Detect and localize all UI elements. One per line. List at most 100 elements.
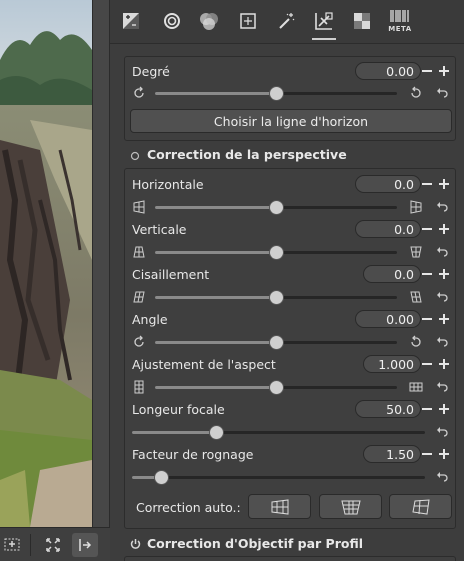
vertical-slider-knob[interactable] [268,245,284,260]
crop-factor-slider-knob[interactable] [153,470,169,485]
panel-divider[interactable] [92,0,110,561]
crop-add-icon[interactable] [0,533,26,557]
perspective-title: Correction de la perspective [147,147,347,162]
perspective-panel: Horizontale 0.0 Verticale 0.0 Cisailleme… [124,168,456,529]
vertical-top-icon [133,246,145,258]
angle-value: 0.00 [386,311,414,327]
angle-label: Angle [132,312,168,327]
reset-icon[interactable] [436,201,448,213]
aspect-value-field[interactable]: 1.000 [363,355,421,373]
aspect-plus-button[interactable] [438,358,450,370]
choose-horizon-button[interactable]: Choisir la ligne d'horizon [130,109,452,133]
reset-icon[interactable] [436,381,448,393]
degree-label: Degré [132,64,170,79]
reset-icon[interactable] [436,87,448,99]
tool-tabs: META [110,0,464,44]
angle-minus-button[interactable] [421,313,433,325]
shear-slider[interactable] [155,290,397,305]
auto-horizontal-button[interactable] [248,494,311,519]
horizontal-minus-button[interactable] [421,178,433,190]
shear-label: Cisaillement [132,267,210,282]
reset-icon[interactable] [436,246,448,258]
degree-minus-button[interactable] [421,65,433,77]
wand-icon[interactable] [271,6,301,36]
auto-both-icon [411,498,430,515]
horizontal-left-icon [133,200,145,214]
degree-slider-knob[interactable] [268,86,284,101]
angle-slider[interactable] [155,335,397,350]
shear-value-field[interactable]: 0.0 [363,265,421,283]
rotate-right-icon [411,335,421,347]
crop-factor-value: 1.50 [386,446,414,462]
vertical-plus-button[interactable] [438,223,450,235]
degree-plus-button[interactable] [438,65,450,77]
power-icon[interactable] [130,538,141,550]
shear-minus-button[interactable] [421,268,433,280]
vertical-label: Verticale [132,222,187,237]
metadata-icon[interactable]: META [385,6,415,36]
transform-icon[interactable] [309,6,339,40]
aspect-slider-knob[interactable] [268,380,284,395]
aspect-wide-icon [409,382,423,392]
lens-title: Correction d'Objectif par Profil [147,536,364,551]
horizontal-right-icon [410,200,422,214]
angle-slider-knob[interactable] [268,335,284,350]
aspect-value: 1.000 [378,356,414,372]
focal-length-value: 50.0 [386,401,414,417]
advanced-icon[interactable] [233,6,263,36]
shear-slider-knob[interactable] [268,290,284,305]
tool-panel: META Degré 0.00 Choisir la ligne d'horiz… [110,0,464,561]
reset-icon[interactable] [436,291,448,303]
vertical-slider[interactable] [155,245,397,260]
detail-icon[interactable] [157,6,187,36]
horizontal-slider-knob[interactable] [268,200,284,215]
raw-icon[interactable] [347,6,377,36]
crop-factor-slider[interactable] [132,470,425,485]
rotate-left-icon [134,86,144,98]
focal-length-minus-button[interactable] [421,403,433,415]
auto-vertical-button[interactable] [319,494,382,519]
exposure-icon[interactable] [116,6,146,36]
degree-value: 0.00 [386,63,414,79]
focal-length-plus-button[interactable] [438,403,450,415]
preview-toolbar [0,527,110,561]
collapse-circle-icon[interactable] [130,151,140,161]
horizontal-plus-button[interactable] [438,178,450,190]
panel-toggle-icon[interactable] [72,533,98,557]
angle-value-field[interactable]: 0.00 [355,310,421,328]
degree-value-field[interactable]: 0.00 [355,62,421,80]
image-preview [0,0,92,527]
auto-both-button[interactable] [389,494,452,519]
degree-slider[interactable] [155,86,397,101]
crop-factor-minus-button[interactable] [421,448,433,460]
crop-factor-plus-button[interactable] [438,448,450,460]
horizontal-slider[interactable] [155,200,397,215]
focal-length-slider-knob[interactable] [209,425,225,440]
horizontal-value-field[interactable]: 0.0 [355,175,421,193]
horizontal-value: 0.0 [394,176,414,192]
focal-length-slider[interactable] [132,425,425,440]
focal-length-value-field[interactable]: 50.0 [355,400,421,418]
vertical-value-field[interactable]: 0.0 [355,220,421,238]
shear-plus-button[interactable] [438,268,450,280]
vertical-minus-button[interactable] [421,223,433,235]
reset-icon[interactable] [436,471,448,483]
auto-vertical-icon [340,500,361,514]
crop-factor-value-field[interactable]: 1.50 [363,445,421,463]
aspect-tall-icon [134,380,144,394]
aspect-minus-button[interactable] [421,358,433,370]
reset-icon[interactable] [436,426,448,438]
rotate-panel: Degré 0.00 Choisir la ligne d'horizon [124,56,456,141]
angle-plus-button[interactable] [438,313,450,325]
shear-value: 0.0 [394,266,414,282]
color-icon[interactable] [194,6,224,36]
aspect-label: Ajustement de l'aspect [132,357,276,372]
vertical-bottom-icon [410,246,422,258]
reset-icon[interactable] [436,336,448,348]
fit-screen-icon[interactable] [40,533,66,557]
aspect-slider[interactable] [155,380,397,395]
lens-panel [124,556,456,561]
auto-correction-label: Correction auto.: [136,500,241,515]
shear-right-icon [410,291,422,303]
metadata-label: META [388,25,412,33]
